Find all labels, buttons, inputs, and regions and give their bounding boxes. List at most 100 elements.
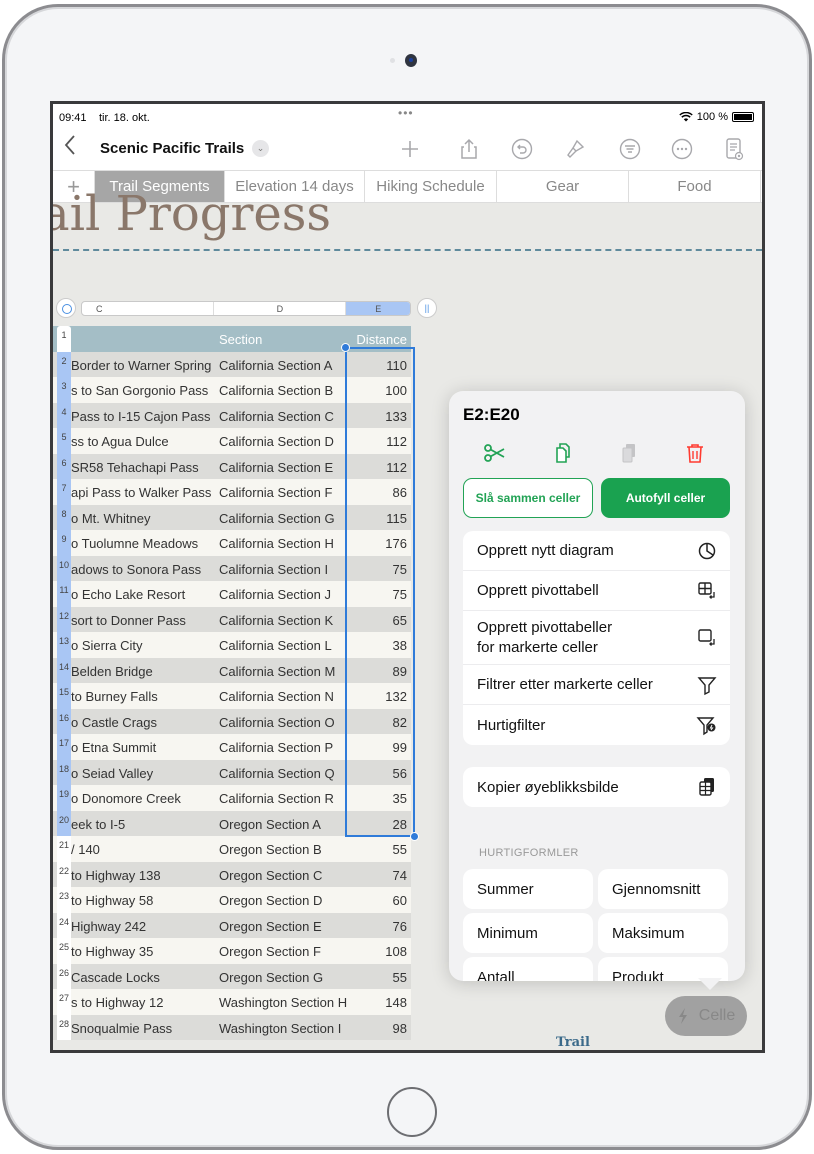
row-number[interactable]: 20 bbox=[57, 810, 71, 836]
cell-distance[interactable]: 112 bbox=[386, 434, 407, 449]
cell-segment[interactable]: adows to Sonora Pass bbox=[71, 562, 211, 577]
cell-distance[interactable]: 60 bbox=[393, 893, 407, 908]
row-number[interactable]: 21 bbox=[57, 836, 71, 862]
cell-segment[interactable]: Border to Warner Springs bbox=[71, 358, 211, 373]
cell-segment[interactable]: Belden Bridge bbox=[71, 664, 211, 679]
row-number[interactable]: 25 bbox=[57, 938, 71, 964]
cell-section[interactable]: California Section G bbox=[219, 511, 335, 526]
row-number[interactable]: 12 bbox=[57, 606, 71, 632]
cell-segment[interactable]: o Castle Crags bbox=[71, 715, 211, 730]
cell-segment[interactable]: Highway 242 bbox=[71, 919, 211, 934]
cell-section[interactable]: California Section E bbox=[219, 460, 333, 475]
row-number[interactable]: 16 bbox=[57, 708, 71, 734]
cell-section[interactable]: Oregon Section C bbox=[219, 868, 322, 883]
copy-icon[interactable] bbox=[551, 441, 575, 465]
cell-distance[interactable]: 176 bbox=[385, 536, 407, 551]
row-number[interactable]: 17 bbox=[57, 734, 71, 760]
cell-distance[interactable]: 110 bbox=[386, 358, 407, 373]
menu-item-pivot-table[interactable]: Opprett pivottabell bbox=[463, 571, 730, 611]
cell-section[interactable]: California Section M bbox=[219, 664, 335, 679]
cell-distance[interactable]: 56 bbox=[393, 766, 407, 781]
row-number[interactable]: 6 bbox=[57, 453, 71, 479]
cell-segment[interactable]: o Tuolumne Meadows bbox=[71, 536, 211, 551]
cell-segment[interactable]: api Pass to Walker Pass bbox=[71, 485, 211, 500]
cell-distance[interactable]: 35 bbox=[393, 791, 407, 806]
formula-maximum-button[interactable]: Maksimum bbox=[598, 913, 728, 953]
table-select-handle[interactable] bbox=[56, 298, 76, 318]
cell-segment[interactable]: SR58 Tehachapi Pass bbox=[71, 460, 211, 475]
cell-section[interactable]: California Section I bbox=[219, 562, 328, 577]
cell-section[interactable]: California Section Q bbox=[219, 766, 335, 781]
row-number[interactable]: 9 bbox=[57, 530, 71, 556]
cell-segment[interactable]: s to Highway 12 bbox=[71, 995, 211, 1010]
cell-distance[interactable]: 112 bbox=[386, 460, 407, 475]
cell-section[interactable]: California Section O bbox=[219, 715, 335, 730]
cell-segment[interactable]: Cascade Locks bbox=[71, 970, 211, 985]
cell-section[interactable]: California Section D bbox=[219, 434, 334, 449]
cell-distance[interactable]: 82 bbox=[393, 715, 407, 730]
selection-handle-bottom[interactable] bbox=[410, 832, 419, 841]
row-number[interactable]: 10 bbox=[57, 555, 71, 581]
menu-item-copy-snapshot[interactable]: Kopier øyeblikksbilde bbox=[463, 767, 730, 807]
tab-gear[interactable]: Gear bbox=[497, 171, 629, 202]
cell-section[interactable]: Oregon Section A bbox=[219, 817, 321, 832]
home-button[interactable] bbox=[387, 1087, 437, 1137]
document-title[interactable]: Scenic Pacific Trails bbox=[100, 140, 244, 157]
cell-section[interactable]: California Section L bbox=[219, 638, 332, 653]
row-number[interactable]: 13 bbox=[57, 632, 71, 658]
cell-section[interactable]: Oregon Section E bbox=[219, 919, 322, 934]
cell-distance[interactable]: 75 bbox=[393, 587, 407, 602]
row-number[interactable]: 14 bbox=[57, 657, 71, 683]
row-number[interactable]: 15 bbox=[57, 683, 71, 709]
cell-segment[interactable]: o Donomore Creek bbox=[71, 791, 211, 806]
cell-distance[interactable]: 86 bbox=[393, 485, 407, 500]
cell-section[interactable]: California Section N bbox=[219, 689, 334, 704]
row-number[interactable]: 27 bbox=[57, 989, 71, 1015]
cell-section[interactable]: California Section R bbox=[219, 791, 334, 806]
formula-count-button[interactable]: Antall bbox=[463, 957, 593, 981]
cell-section[interactable]: Oregon Section D bbox=[219, 893, 322, 908]
cell-distance[interactable]: 98 bbox=[393, 1021, 407, 1036]
row-number[interactable]: 11 bbox=[57, 581, 71, 607]
menu-item-pivot-selection[interactable]: Opprett pivottabeller for markerte celler bbox=[463, 611, 730, 665]
row-number[interactable]: 22 bbox=[57, 861, 71, 887]
row-number[interactable]: 8 bbox=[57, 504, 71, 530]
cell-distance[interactable]: 89 bbox=[393, 664, 407, 679]
cell-section[interactable]: Oregon Section B bbox=[219, 842, 322, 857]
formula-minimum-button[interactable]: Minimum bbox=[463, 913, 593, 953]
cell-segment[interactable]: ss to Agua Dulce bbox=[71, 434, 211, 449]
column-header-c[interactable]: C bbox=[82, 302, 215, 315]
tab-food[interactable]: Food bbox=[629, 171, 761, 202]
cell-segment[interactable]: eek to I-5 bbox=[71, 817, 211, 832]
cell-segment[interactable]: o Etna Summit bbox=[71, 740, 211, 755]
menu-item-quick-filter[interactable]: Hurtigfilter bbox=[463, 705, 730, 745]
cell-section[interactable]: California Section C bbox=[219, 409, 334, 424]
header-cell-distance[interactable]: Distance bbox=[356, 332, 407, 347]
cell-segment[interactable]: to Highway 35 bbox=[71, 944, 211, 959]
cell-distance[interactable]: 75 bbox=[393, 562, 407, 577]
formula-sum-button[interactable]: Summer bbox=[463, 869, 593, 909]
cell-distance[interactable]: 148 bbox=[385, 995, 407, 1010]
plus-icon[interactable] bbox=[397, 136, 423, 162]
cell-section[interactable]: Oregon Section F bbox=[219, 944, 321, 959]
cell-segment[interactable]: / 140 bbox=[71, 842, 211, 857]
cell-distance[interactable]: 108 bbox=[385, 944, 407, 959]
cell-distance[interactable]: 132 bbox=[385, 689, 407, 704]
cell-distance[interactable]: 55 bbox=[393, 970, 407, 985]
cell-segment[interactable]: Snoqualmie Pass bbox=[71, 1021, 211, 1036]
row-number[interactable]: 23 bbox=[57, 887, 71, 913]
row-number[interactable]: 4 bbox=[57, 402, 71, 428]
cell-section[interactable]: California Section J bbox=[219, 587, 331, 602]
cell-distance[interactable]: 55 bbox=[393, 842, 407, 857]
multitasking-dots[interactable]: ••• bbox=[398, 106, 414, 120]
header-cell-section[interactable]: Section bbox=[219, 332, 262, 347]
cell-segment[interactable]: sort to Donner Pass bbox=[71, 613, 211, 628]
cell-segment[interactable]: o Echo Lake Resort bbox=[71, 587, 211, 602]
cell-segment[interactable]: s to San Gorgonio Pass bbox=[71, 383, 211, 398]
cell-distance[interactable]: 38 bbox=[393, 638, 407, 653]
row-number[interactable]: 18 bbox=[57, 759, 71, 785]
paintbrush-icon[interactable] bbox=[562, 136, 588, 162]
reader-view-icon[interactable] bbox=[721, 136, 747, 162]
cell-segment[interactable]: o Mt. Whitney bbox=[71, 511, 211, 526]
row-number[interactable]: 2 bbox=[57, 351, 71, 377]
